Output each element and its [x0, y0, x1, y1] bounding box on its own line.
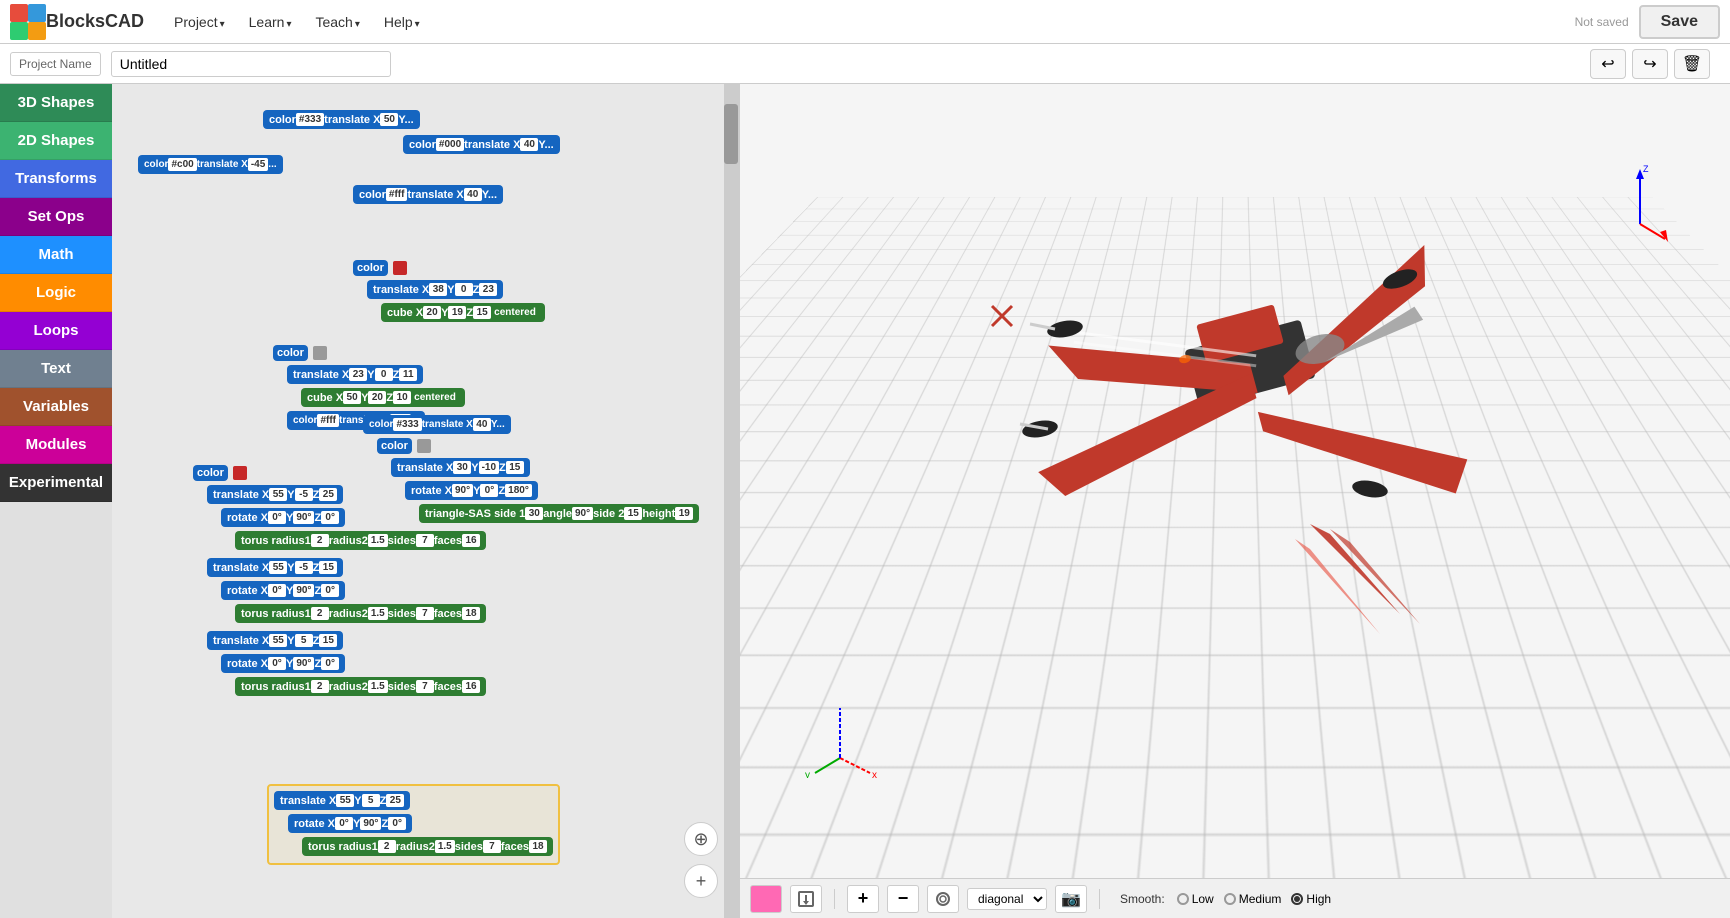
axis-indicator: Z [1610, 164, 1670, 244]
svg-text:x: x [872, 770, 877, 778]
delete-button[interactable]: 🗑 [1674, 49, 1710, 79]
color-pick-icon [758, 891, 774, 907]
save-button[interactable]: Save [1639, 5, 1720, 39]
view-select[interactable]: diagonal top front side [967, 888, 1047, 910]
sidebar-item-3dshapes[interactable]: 3D Shapes [0, 84, 112, 122]
block-group-8: color translate X 55 Y -5 Z 25 rotate X … [192, 464, 487, 699]
export-button[interactable] [790, 885, 822, 913]
nav-help[interactable]: Help▾ [374, 10, 430, 34]
viewport-toolbar: + − diagonal top front side 📷 Smooth: [740, 878, 1730, 918]
smooth-medium-radio[interactable] [1224, 893, 1236, 905]
smooth-high[interactable]: High [1291, 892, 1331, 906]
svg-text:y: y [805, 770, 810, 778]
sidebar-item-transforms[interactable]: Transforms [0, 160, 112, 198]
zoom-out-button[interactable]: + [684, 864, 718, 898]
sidebar-item-2dshapes[interactable]: 2D Shapes [0, 122, 112, 160]
sidebar-item-math[interactable]: Math [0, 236, 112, 274]
workspace-inner: color #333 translate X 50 Y... color #00… [112, 84, 738, 918]
separator2 [1099, 889, 1100, 909]
smooth-high-radio[interactable] [1291, 893, 1303, 905]
smooth-low[interactable]: Low [1177, 892, 1214, 906]
second-row: Project Name ↩ ↪ 🗑 [0, 44, 1730, 84]
camera-button[interactable]: 📷 [1055, 885, 1087, 913]
camera-icon: 📷 [1061, 889, 1081, 909]
sidebar-item-loops[interactable]: Loops [0, 312, 112, 350]
smooth-label: Smooth: [1120, 892, 1165, 906]
undo-button[interactable]: ↩ [1590, 49, 1626, 79]
sidebar: 3D Shapes 2D Shapes Transforms Set Ops M… [0, 84, 112, 918]
logo: BlocksCAD [10, 4, 144, 40]
zoom-in-vp-button[interactable]: + [847, 885, 879, 913]
logo-text: BlocksCAD [46, 11, 144, 32]
blocks-area[interactable]: color #333 translate X 50 Y... color #00… [112, 84, 738, 918]
workspace-controls: ⊕ + [684, 822, 718, 898]
nav-project[interactable]: Project▾ [164, 10, 235, 34]
reset-icon [935, 891, 951, 907]
project-caret-icon: ▾ [220, 19, 225, 30]
block-group-5: color translate X 38 Y 0 Z 23 cube X 20 … [352, 259, 546, 325]
svg-text:Z: Z [1643, 164, 1649, 174]
save-status: Not saved [1575, 15, 1629, 29]
nav-menu: Project▾ Learn▾ Teach▾ Help▾ [164, 10, 1575, 34]
xwing-model [880, 134, 1660, 754]
zoom-out-vp-button[interactable]: − [887, 885, 919, 913]
reset-view-button[interactable] [927, 885, 959, 913]
separator [834, 889, 835, 909]
sidebar-item-setops[interactable]: Set Ops [0, 198, 112, 236]
sidebar-item-modules[interactable]: Modules [0, 426, 112, 464]
block-group-1: color #333 translate X 50 Y... [262, 109, 421, 132]
project-name-label: Project Name [10, 52, 101, 76]
center-view-button[interactable]: ⊕ [684, 822, 718, 856]
sidebar-item-logic[interactable]: Logic [0, 274, 112, 312]
viewport: y x [740, 84, 1730, 918]
block-group-3: color #c00 translate X -45... [137, 154, 284, 177]
viewport-canvas: y x [740, 84, 1730, 878]
color-pick-button[interactable] [750, 885, 782, 913]
axes-overlay: y x [800, 698, 880, 778]
block-group-2: color #000 translate X 40 Y... [402, 134, 561, 157]
nav-teach[interactable]: Teach▾ [305, 10, 369, 34]
block-group-4: color #fff translate X 40 Y... [352, 184, 504, 207]
nav-learn[interactable]: Learn▾ [239, 10, 302, 34]
sidebar-item-experimental[interactable]: Experimental [0, 464, 112, 502]
redo-button[interactable]: ↪ [1632, 49, 1668, 79]
learn-caret-icon: ▾ [286, 19, 291, 30]
block-group-selected: translate X 55 Y 5 Z 25 rotate X 0° Y 90… [267, 784, 560, 865]
scrollbar-thumb [724, 104, 738, 164]
export-icon [798, 891, 814, 907]
workspace: color #333 translate X 50 Y... color #00… [112, 84, 740, 918]
sidebar-item-variables[interactable]: Variables [0, 388, 112, 426]
teach-caret-icon: ▾ [355, 19, 360, 30]
smooth-options: Low Medium High [1177, 892, 1331, 906]
sidebar-item-text[interactable]: Text [0, 350, 112, 388]
workspace-scrollbar[interactable] [724, 84, 738, 918]
smooth-medium[interactable]: Medium [1224, 892, 1282, 906]
logo-icon [10, 4, 46, 40]
project-title-input[interactable] [111, 51, 391, 77]
toolbar-buttons: ↩ ↪ 🗑 [1590, 49, 1710, 79]
help-caret-icon: ▾ [415, 19, 420, 30]
nav-right: Not saved Save [1575, 5, 1720, 39]
x-marker [990, 304, 1014, 328]
smooth-low-radio[interactable] [1177, 893, 1189, 905]
